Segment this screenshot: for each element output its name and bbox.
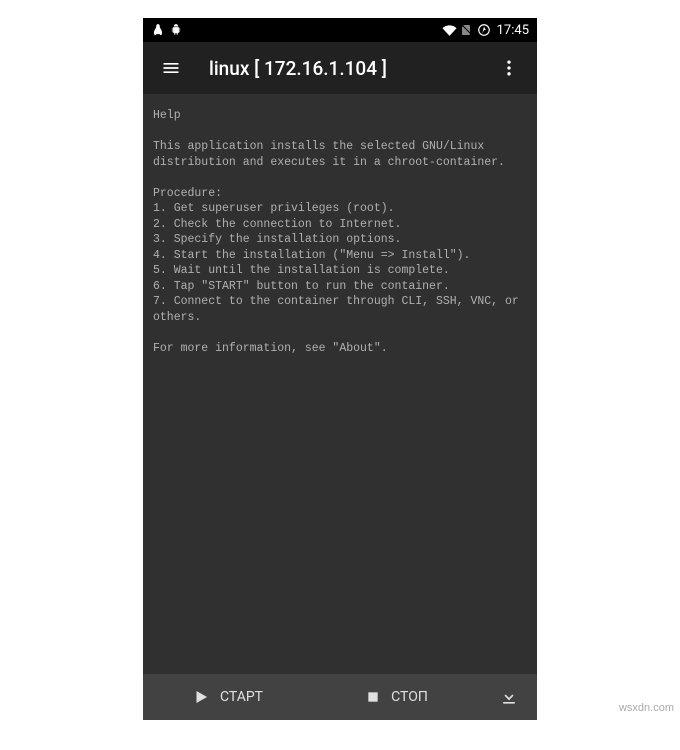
status-bar: 17:45 [143,18,537,42]
watermark: wsxdn.com [619,702,674,714]
bottom-bar: СТАРТ СТОП [143,674,537,720]
help-footer: For more information, see "About". [153,342,388,355]
help-step: 1. Get superuser privileges (root). [153,202,395,215]
stop-icon [365,689,381,705]
app-title: linux [ 172.16.1.104 ] [209,57,471,80]
start-label: СТАРТ [220,689,263,705]
help-heading: Help [153,109,181,122]
help-step: 5. Wait until the installation is comple… [153,264,450,277]
penguin-icon [151,23,165,37]
wifi-icon [442,23,457,37]
help-step: 6. Tap "START" button to run the contain… [153,280,450,293]
menu-button[interactable] [151,48,191,88]
android-icon [169,23,183,37]
more-button[interactable] [489,48,529,88]
hamburger-icon [161,58,181,78]
download-icon [499,687,519,707]
clock: 17:45 [497,23,529,38]
play-icon [192,688,210,706]
help-step: 3. Specify the installation options. [153,233,401,246]
help-step: 7. Connect to the container through CLI,… [153,295,526,324]
more-vert-icon [499,58,519,78]
stop-label: СТОП [391,689,428,705]
phone-frame: 17:45 linux [ 172.16.1.104 ] Help This a… [143,18,537,720]
stop-button[interactable]: СТОП [312,674,481,720]
app-bar: linux [ 172.16.1.104 ] [143,42,537,94]
start-button[interactable]: СТАРТ [143,674,312,720]
help-intro: This application installs the selected G… [153,140,505,169]
help-step: 4. Start the installation ("Menu => Inst… [153,249,470,262]
help-step: 2. Check the connection to Internet. [153,218,401,231]
power-icon [477,23,491,37]
terminal-output: Help This application installs the selec… [143,94,537,674]
help-procedure-label: Procedure: [153,187,222,200]
no-sim-icon [461,23,473,37]
download-button[interactable] [481,674,537,720]
